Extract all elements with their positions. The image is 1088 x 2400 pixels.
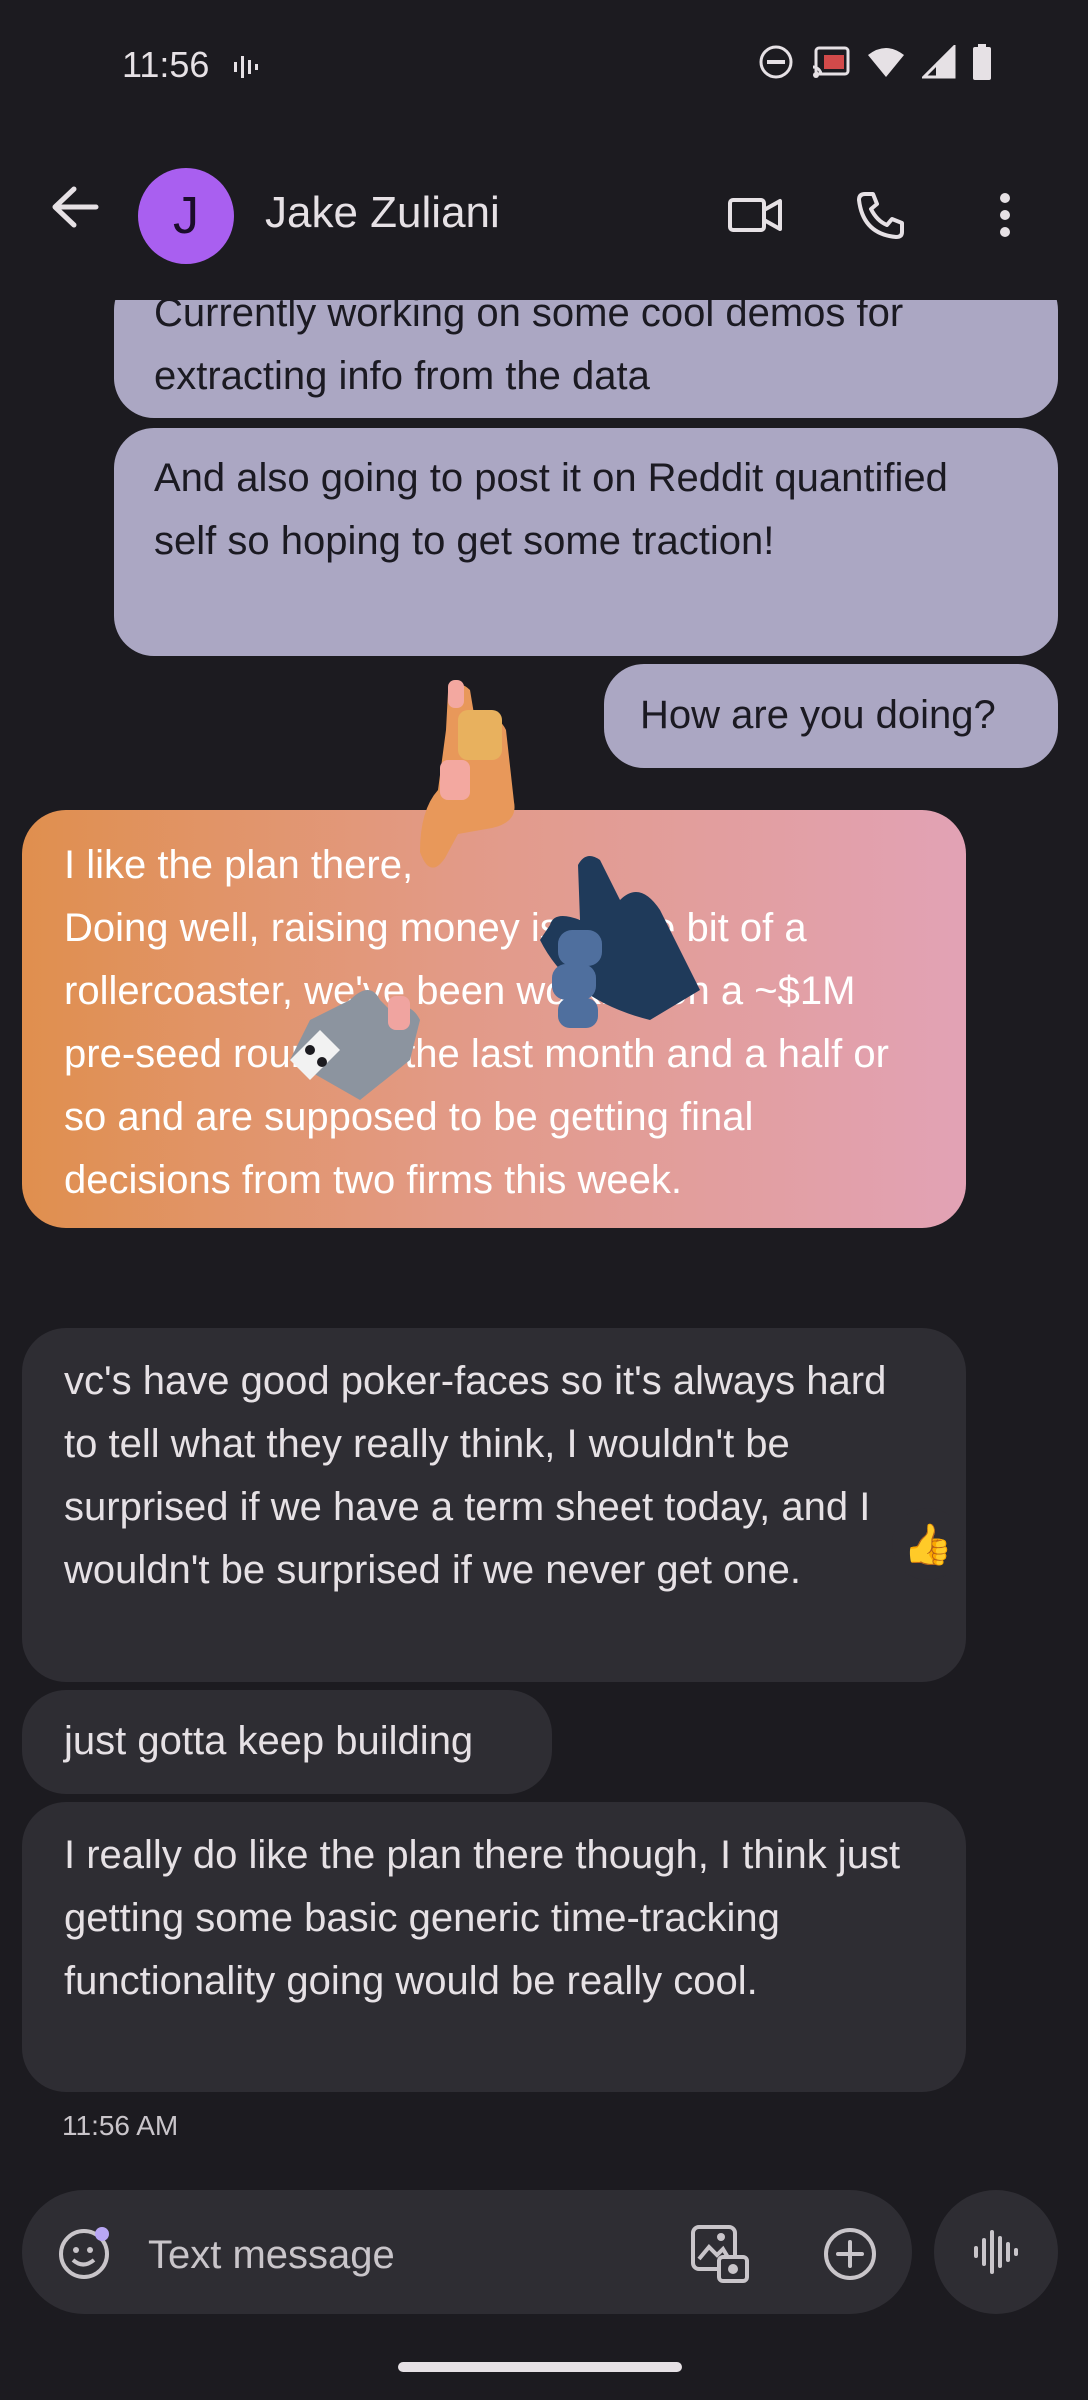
thumbs-up-icon [290, 990, 420, 1100]
sound-wave-icon [234, 56, 258, 78]
thumbs-up-animation [290, 680, 700, 1100]
status-icons [758, 44, 992, 80]
back-arrow-icon [52, 186, 99, 228]
message-bubble-outgoing[interactable]: Currently working on some cool demos for… [114, 300, 1058, 418]
message-bubble-incoming[interactable]: just gotta keep building [22, 1690, 552, 1794]
phone-icon [857, 192, 904, 239]
cast-icon [812, 46, 850, 78]
back-button[interactable] [40, 172, 110, 242]
video-call-icon [728, 198, 782, 232]
thumbs-up-icon [540, 856, 700, 1028]
status-time: 11:56 [122, 44, 210, 85]
contact-avatar[interactable]: J [138, 168, 234, 264]
video-call-button[interactable] [720, 180, 790, 250]
message-reaction[interactable]: 👍 [892, 1508, 964, 1580]
gallery-icon [691, 2225, 749, 2283]
phone-call-button[interactable] [845, 180, 915, 250]
message-input[interactable] [146, 2226, 630, 2284]
add-attachment-button[interactable] [814, 2218, 886, 2290]
voice-icon [974, 2230, 1018, 2274]
message-bubble-incoming[interactable]: vc's have good poker-faces so it's alway… [22, 1328, 966, 1682]
contact-name[interactable]: Jake Zuliani [265, 188, 500, 238]
message-bubble-incoming[interactable]: I really do like the plan there though, … [22, 1802, 966, 2092]
thumbs-up-icon [420, 680, 515, 868]
more-vert-icon [1000, 193, 1010, 237]
wifi-icon [868, 48, 904, 77]
gallery-button[interactable] [684, 2218, 756, 2290]
conversation-list[interactable]: Currently working on some cool demos for… [0, 300, 1088, 2180]
emoji-icon [59, 2227, 109, 2279]
voice-message-button[interactable] [934, 2190, 1058, 2314]
add-icon [824, 2228, 876, 2280]
message-timestamp: 11:56 AM [62, 2110, 179, 2141]
emoji-button[interactable] [52, 2220, 116, 2284]
home-indicator[interactable] [398, 2362, 682, 2372]
battery-icon [973, 44, 991, 80]
signal-icon [922, 45, 956, 79]
more-options-button[interactable] [970, 180, 1040, 250]
do-not-disturb-icon [759, 45, 793, 79]
